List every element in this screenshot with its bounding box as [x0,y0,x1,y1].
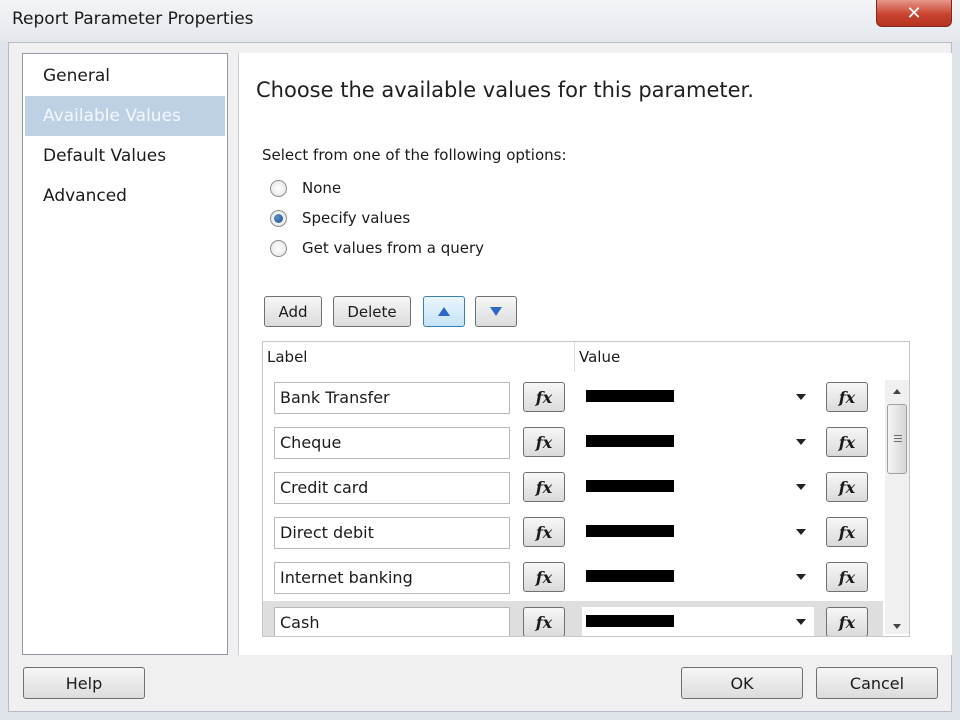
label-expression-button[interactable]: fx [523,427,565,457]
options-prompt: Select from one of the following options… [262,146,567,164]
nav-item-general[interactable]: General [25,56,225,96]
scrollbar-thumb[interactable] [887,404,907,474]
label-input[interactable]: Credit card [274,472,510,504]
chevron-down-icon [796,439,806,445]
value-redaction [586,435,674,447]
label-expression-button[interactable]: fx [523,607,565,636]
value-dropdown[interactable] [582,562,814,592]
label-input[interactable]: Bank Transfer [274,382,510,414]
label-input[interactable]: Cheque [274,427,510,459]
value-redaction [586,480,674,492]
value-dropdown[interactable] [582,427,814,457]
label-expression-button[interactable]: fx [523,382,565,412]
move-up-button[interactable] [423,296,465,327]
table-row: Credit card fx fx [263,466,883,511]
option-specify-values[interactable]: Specify values [270,206,410,230]
column-header-label: Label [263,342,575,372]
table-row: Cheque fx fx [263,421,883,466]
value-expression-button[interactable]: fx [826,382,868,412]
nav-item-available-values[interactable]: Available Values [25,96,225,136]
label-input[interactable]: Cash [274,607,510,636]
page-navigation: General Available Values Default Values … [22,53,228,655]
nav-item-default-values[interactable]: Default Values [25,136,225,176]
grip-line [894,438,902,439]
values-grid: Label Value Bank Transfer fx fx Cheque f… [262,341,910,637]
label-expression-button[interactable]: fx [523,517,565,547]
label-input[interactable]: Internet banking [274,562,510,594]
close-button[interactable]: ✕ [876,0,952,27]
move-down-button[interactable] [475,296,517,327]
value-redaction [586,390,674,402]
chevron-down-icon [796,619,806,625]
radio-specify-values[interactable] [270,209,287,227]
add-button[interactable]: Add [264,296,322,327]
value-redaction [586,615,674,627]
value-dropdown[interactable] [582,517,814,547]
option-specify-values-label: Specify values [302,209,411,227]
grip-line [894,441,902,442]
title-bar: Report Parameter Properties ✕ [0,0,960,42]
option-none-label: None [302,179,342,197]
value-expression-button[interactable]: fx [826,427,868,457]
value-expression-button[interactable]: fx [826,562,868,592]
table-row: Internet banking fx fx [263,556,883,601]
grip-line [894,435,902,436]
option-query[interactable]: Get values from a query [270,236,484,260]
label-expression-button[interactable]: fx [523,472,565,502]
value-dropdown[interactable] [582,607,814,636]
delete-button[interactable]: Delete [333,296,411,327]
grid-scrollbar[interactable] [885,380,909,634]
nav-item-advanced[interactable]: Advanced [25,176,225,216]
chevron-down-icon [796,574,806,580]
column-header-value: Value [575,342,909,372]
chevron-down-icon [796,484,806,490]
arrow-up-icon [438,307,450,316]
value-dropdown[interactable] [582,472,814,502]
option-query-label: Get values from a query [302,239,484,257]
table-row: Cash fx fx [263,601,883,636]
window-title: Report Parameter Properties [12,9,254,29]
label-expression-button[interactable]: fx [523,562,565,592]
scroll-down-icon[interactable] [893,624,901,629]
radio-query[interactable] [270,239,287,257]
option-none[interactable]: None [270,176,341,200]
value-dropdown[interactable] [582,382,814,412]
value-expression-button[interactable]: fx [826,472,868,502]
ok-button[interactable]: OK [681,667,803,699]
arrow-down-icon [490,307,502,316]
chevron-down-icon [796,394,806,400]
value-expression-button[interactable]: fx [826,607,868,636]
help-button[interactable]: Help [23,667,145,699]
page-heading: Choose the available values for this par… [256,78,754,102]
table-row: Direct debit fx fx [263,511,883,556]
scroll-up-icon[interactable] [893,389,901,394]
chevron-down-icon [796,529,806,535]
cancel-button[interactable]: Cancel [816,667,938,699]
value-redaction [586,570,674,582]
label-input[interactable]: Direct debit [274,517,510,549]
value-redaction [586,525,674,537]
value-expression-button[interactable]: fx [826,517,868,547]
radio-none[interactable] [270,179,287,197]
table-row: Bank Transfer fx fx [263,376,883,421]
